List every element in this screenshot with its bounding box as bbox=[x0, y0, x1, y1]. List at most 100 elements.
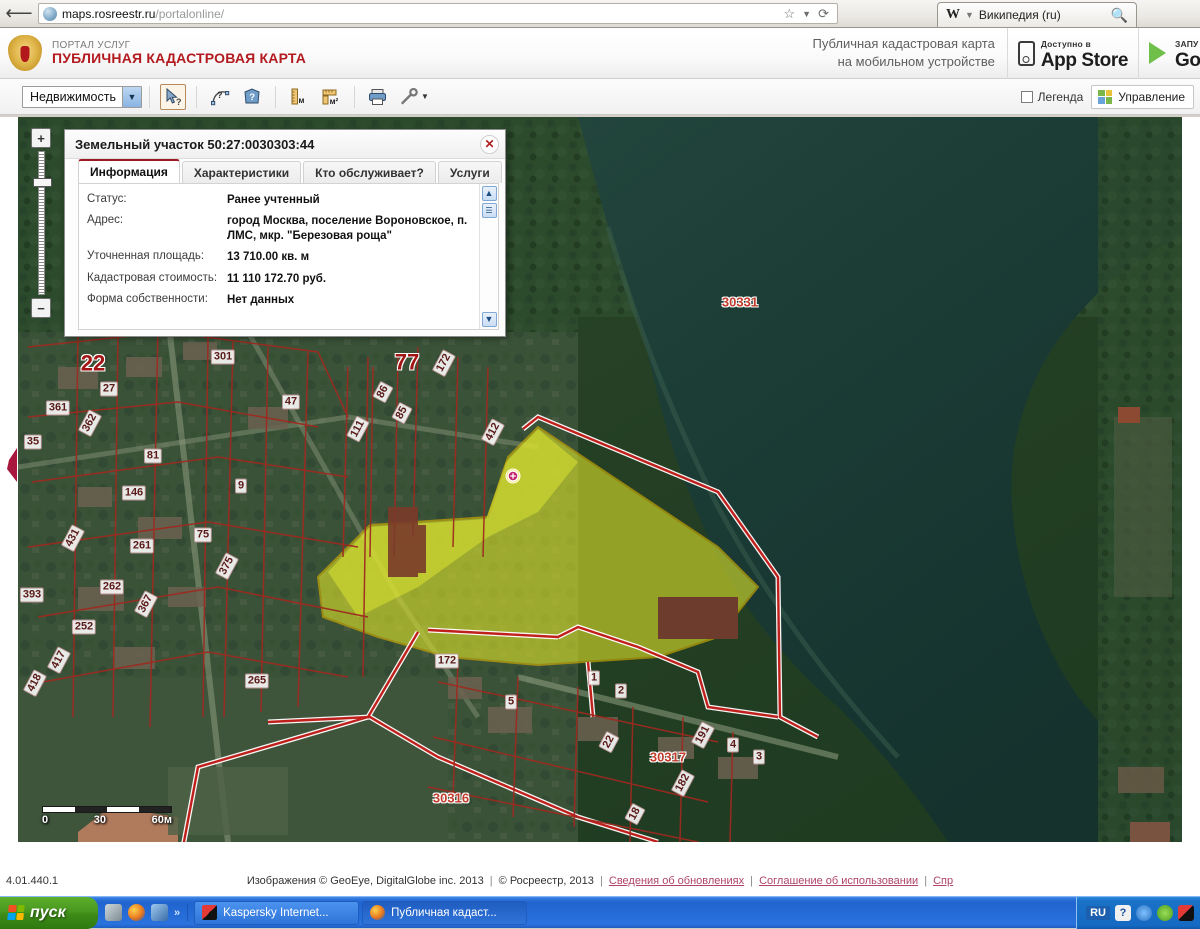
update-icon[interactable] bbox=[1136, 904, 1152, 921]
parcel-label[interactable]: 361 bbox=[45, 400, 71, 416]
close-icon[interactable]: ✕ bbox=[480, 134, 499, 154]
grid-layers-icon bbox=[1098, 89, 1113, 104]
google-play-small-label: ЗАПУ bbox=[1175, 38, 1199, 49]
parcel-label[interactable]: 30331 bbox=[720, 296, 760, 309]
parcel-field-list: Статус: Ранее учтенный Адрес: город Москва,… bbox=[79, 184, 479, 329]
parcel-label[interactable]: 1 bbox=[587, 670, 601, 686]
popup-tab-1[interactable]: Характеристики bbox=[181, 161, 302, 183]
svg-text:?: ? bbox=[249, 92, 255, 103]
scroll-thumb-icon[interactable]: ☰ bbox=[481, 203, 497, 218]
parcel-label[interactable]: 35 bbox=[23, 434, 43, 450]
parcel-label[interactable]: 393 bbox=[19, 587, 45, 603]
parcel-label[interactable]: 2 bbox=[614, 683, 628, 699]
taskbar-item-kaspersky[interactable]: Kaspersky Internet... bbox=[194, 900, 360, 925]
popup-tab-0[interactable]: Информация bbox=[78, 159, 180, 183]
measure-area-tool[interactable]: м² bbox=[318, 84, 344, 110]
field-value-0: Ранее учтенный bbox=[227, 194, 320, 206]
parcel-label[interactable]: 47 bbox=[281, 394, 301, 410]
app-store-badge[interactable]: Доступно в App Store bbox=[1006, 27, 1138, 79]
selected-parcel-marker[interactable] bbox=[505, 468, 521, 484]
scale-end-label: 60м bbox=[151, 814, 172, 826]
object-kind-value: Недвижимость bbox=[30, 89, 116, 104]
kaspersky-icon bbox=[202, 905, 218, 920]
object-kind-select[interactable]: Недвижимость ▼ bbox=[22, 85, 142, 108]
language-indicator[interactable]: RU bbox=[1086, 905, 1110, 920]
reload-icon[interactable]: ⟳ bbox=[818, 6, 829, 22]
taskbar-item-label: Kaspersky Internet... bbox=[223, 906, 329, 919]
collapse-panel-icon[interactable] bbox=[6, 448, 18, 482]
google-play-icon bbox=[1149, 42, 1169, 64]
updates-link[interactable]: Сведения об обновлениях bbox=[609, 875, 744, 887]
svg-text:?: ? bbox=[217, 90, 223, 100]
parcel-label[interactable]: 3 bbox=[752, 749, 766, 765]
parcel-info-popup[interactable]: Земельный участок 50:27:0030303:44 ✕ Инф… bbox=[64, 129, 506, 337]
chevron-down-icon[interactable]: ▼ bbox=[122, 86, 141, 107]
google-play-badge[interactable]: ЗАПУ Go bbox=[1138, 27, 1200, 79]
print-tool[interactable] bbox=[365, 84, 391, 110]
zoom-in-button[interactable]: + bbox=[31, 128, 51, 148]
parcel-label[interactable]: 77 bbox=[395, 351, 419, 373]
polyline-query-tool[interactable]: ? bbox=[207, 84, 233, 110]
parcel-label[interactable]: 4 bbox=[726, 737, 740, 753]
zoom-slider-track[interactable] bbox=[32, 151, 52, 295]
brand-block: ПОРТАЛ УСЛУГ ПУБЛИЧНАЯ КАДАСТРОВАЯ КАРТА bbox=[52, 40, 306, 67]
parcel-label[interactable]: 262 bbox=[99, 579, 125, 595]
measure-length-tool[interactable]: м bbox=[286, 84, 312, 110]
media-player-icon[interactable] bbox=[151, 904, 168, 921]
chevron-down-icon[interactable]: ▼ bbox=[421, 92, 429, 101]
taskbar-item-label: Публичная кадаст... bbox=[391, 906, 497, 919]
help-icon[interactable]: ? bbox=[1115, 904, 1131, 921]
svg-text:?: ? bbox=[176, 97, 182, 107]
link-tool[interactable]: ▼ bbox=[397, 84, 431, 110]
chevron-up-icon[interactable]: ▲ bbox=[481, 186, 497, 201]
map-zoom-control[interactable]: + − bbox=[28, 128, 54, 318]
help-link[interactable]: Спр bbox=[933, 875, 953, 887]
show-desktop-icon[interactable] bbox=[105, 904, 122, 921]
taskbar-item-cadastral-map[interactable]: Публичная кадаст... bbox=[362, 900, 528, 925]
parcel-label[interactable]: 172 bbox=[434, 653, 460, 669]
checkbox-box[interactable] bbox=[1020, 90, 1033, 103]
polygon-question-icon: ? bbox=[244, 87, 260, 103]
parcel-label[interactable]: 146 bbox=[121, 485, 147, 501]
parcel-label[interactable]: 30317 bbox=[648, 751, 688, 764]
terms-link[interactable]: Соглашение об использовании bbox=[759, 875, 918, 887]
manage-layers-button[interactable]: Управление bbox=[1091, 84, 1194, 109]
zoom-out-button[interactable]: − bbox=[31, 298, 51, 318]
svg-text:м²: м² bbox=[330, 97, 339, 106]
polygon-query-tool[interactable]: ? bbox=[239, 84, 265, 110]
parcel-label[interactable]: 9 bbox=[234, 478, 248, 494]
chevron-down-icon[interactable]: ▼ bbox=[965, 10, 974, 20]
parcel-label[interactable]: 81 bbox=[143, 448, 163, 464]
parcel-label[interactable]: 27 bbox=[99, 381, 119, 397]
parcel-label[interactable]: 301 bbox=[210, 349, 236, 365]
chevron-down-icon[interactable]: ▼ bbox=[802, 9, 811, 19]
search-icon[interactable]: 🔍 bbox=[1111, 7, 1128, 24]
browser-tab-wikipedia[interactable]: W ▼ Википедия (ru) 🔍 bbox=[937, 2, 1137, 27]
bookmark-star-icon[interactable]: ☆ bbox=[784, 6, 796, 22]
parcel-label[interactable]: 75 bbox=[193, 527, 213, 543]
popup-scrollbar[interactable]: ▲ ☰ ▼ bbox=[479, 184, 498, 329]
select-query-tool[interactable]: ? bbox=[160, 83, 186, 110]
google-play-label: Go bbox=[1175, 50, 1200, 72]
shield-ok-icon[interactable] bbox=[1157, 904, 1173, 921]
parcel-label[interactable]: 261 bbox=[129, 538, 155, 554]
back-arrow-icon[interactable]: ⟵ bbox=[2, 2, 36, 26]
chevron-right-icon[interactable]: » bbox=[174, 907, 180, 919]
chevron-down-icon[interactable]: ▼ bbox=[481, 312, 497, 327]
popup-tab-2[interactable]: Кто обслуживает? bbox=[303, 161, 436, 183]
zoom-slider-thumb[interactable] bbox=[32, 178, 52, 187]
parcel-label[interactable]: 252 bbox=[71, 619, 97, 635]
parcel-label[interactable]: 5 bbox=[504, 694, 518, 710]
popup-tab-3[interactable]: Услуги bbox=[437, 161, 502, 183]
firefox-icon[interactable] bbox=[128, 904, 145, 921]
toolbar-separator bbox=[196, 85, 197, 108]
legend-checkbox[interactable]: Легенда bbox=[1020, 90, 1083, 104]
app-store-small-label: Доступно в bbox=[1040, 38, 1091, 49]
address-bar[interactable]: maps.rosreestr.ru/portalonline/ ☆ ▼ ⟳ bbox=[38, 3, 838, 24]
start-button[interactable]: пуск bbox=[0, 896, 98, 929]
parcel-label[interactable]: 30316 bbox=[431, 792, 471, 805]
parcel-label[interactable]: 265 bbox=[244, 673, 270, 689]
ruler-length-icon: м bbox=[291, 88, 305, 105]
kaspersky-tray-icon[interactable] bbox=[1178, 904, 1194, 921]
parcel-label[interactable]: 22 bbox=[81, 352, 105, 374]
